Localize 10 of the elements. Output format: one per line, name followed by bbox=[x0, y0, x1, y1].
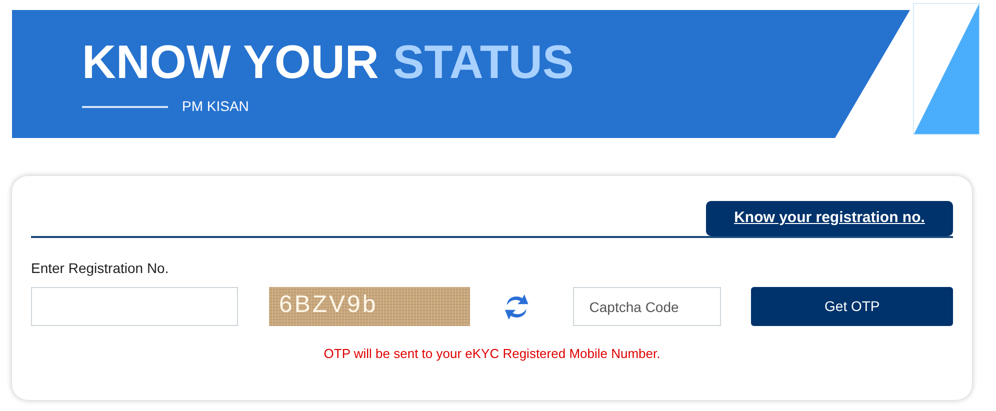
captcha-input-field[interactable]: Captcha Code bbox=[573, 287, 722, 326]
know-registration-button[interactable]: Know your registration no. bbox=[706, 201, 953, 236]
header-subtitle: PM KISAN bbox=[182, 97, 249, 116]
captcha-image: 6BZV9b bbox=[269, 287, 470, 326]
get-otp-button[interactable]: Get OTP bbox=[751, 287, 953, 326]
registration-input-field[interactable] bbox=[31, 287, 238, 326]
otp-note: OTP will be sent to your eKYC Registered Mobile Number. bbox=[324, 345, 660, 363]
registration-label: Enter Registration No. bbox=[31, 260, 169, 276]
page-title: KNOW YOUR bbox=[82, 34, 379, 90]
page-title-highlight: STATUS bbox=[392, 34, 574, 90]
